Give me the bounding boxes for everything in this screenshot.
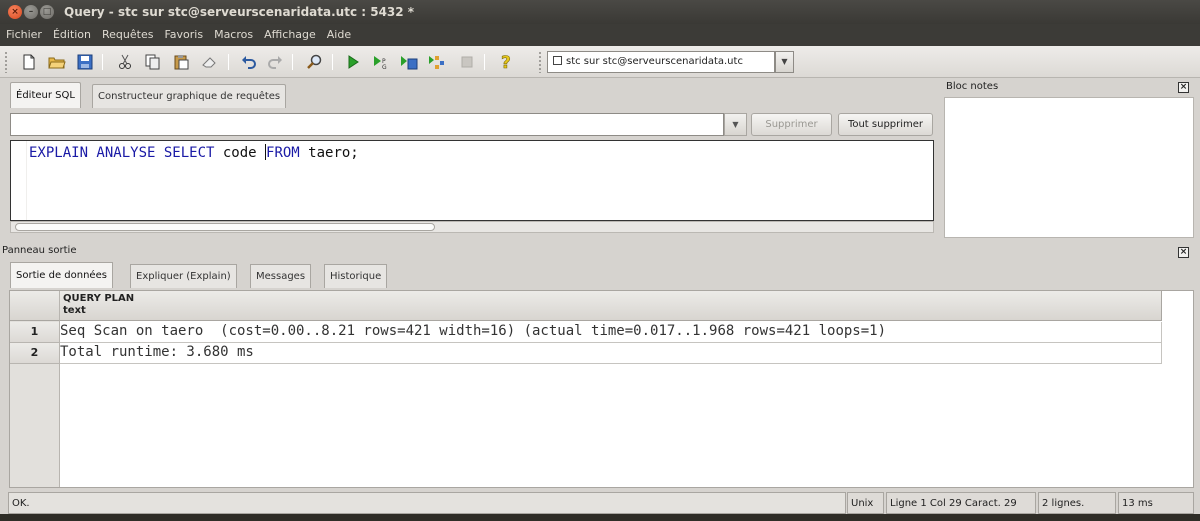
eraser-icon[interactable]	[200, 53, 218, 71]
menu-favoris[interactable]: Favoris	[158, 24, 208, 46]
new-file-icon[interactable]	[20, 53, 38, 71]
maximize-window-button[interactable]: □	[40, 5, 54, 19]
status-query-time: 13 ms	[1118, 492, 1194, 514]
connection-select[interactable]: stc sur stc@serveurscenaridata.utc	[547, 51, 775, 73]
output-panel-header: Panneau sortie	[0, 244, 1194, 260]
close-window-button[interactable]: ×	[8, 5, 22, 19]
redo-icon[interactable]	[266, 53, 284, 71]
chevron-down-icon[interactable]: ▼	[775, 51, 794, 73]
toolbar-grip[interactable]	[538, 51, 542, 73]
grid-corner[interactable]	[10, 291, 60, 321]
save-icon[interactable]	[76, 53, 94, 71]
execute-pgscript-icon[interactable]: PG	[372, 53, 390, 71]
notes-textarea[interactable]	[944, 97, 1194, 238]
status-cursor-position: Ligne 1 Col 29 Caract. 29	[886, 492, 1036, 514]
line-gutter	[11, 141, 27, 220]
connection-label: stc sur stc@serveurscenaridata.utc	[566, 56, 743, 67]
notes-title: Bloc notes	[946, 81, 999, 92]
chevron-down-icon[interactable]: ▼	[724, 113, 747, 136]
execute-icon[interactable]	[344, 53, 362, 71]
copy-icon[interactable]	[144, 53, 162, 71]
notes-panel-header: Bloc notes	[944, 79, 1194, 97]
connection-checkbox[interactable]	[553, 56, 562, 65]
table-cell[interactable]: Total runtime: 3.680 ms	[60, 343, 1162, 364]
query-history-select[interactable]	[10, 113, 724, 136]
undo-icon[interactable]	[240, 53, 258, 71]
column-header-query-plan[interactable]: QUERY PLAN text	[60, 291, 1162, 321]
open-folder-icon[interactable]	[48, 53, 66, 71]
menu-fichier[interactable]: Fichier	[0, 24, 47, 46]
toolbar-separator	[102, 54, 103, 70]
delete-all-button[interactable]: Tout supprimer	[838, 113, 933, 136]
svg-text:?: ?	[501, 53, 511, 71]
sql-code-line: EXPLAIN ANALYSE SELECT code FROM taero;	[29, 144, 359, 161]
close-icon[interactable]: ×	[1178, 247, 1189, 258]
tab-messages[interactable]: Messages	[250, 264, 312, 288]
results-grid: QUERY PLAN text 1 Seq Scan on taero (cos…	[9, 290, 1194, 488]
scrollbar-thumb[interactable]	[15, 223, 435, 231]
menu-bar: Fichier Édition Requêtes Favoris Macros Affic…	[0, 24, 1200, 46]
sql-keyword: FROM	[266, 145, 300, 161]
cut-icon[interactable]	[116, 53, 134, 71]
explain-icon[interactable]	[428, 53, 446, 71]
paste-icon[interactable]	[172, 53, 190, 71]
sql-text: taero;	[299, 145, 359, 161]
row-number[interactable]: 2	[10, 343, 60, 364]
sql-text: code	[214, 145, 266, 161]
close-icon[interactable]: ×	[1178, 82, 1189, 93]
row-number[interactable]: 1	[10, 322, 60, 343]
editor-horizontal-scrollbar[interactable]	[10, 221, 934, 233]
help-icon[interactable]: ?	[498, 53, 516, 71]
tab-explain[interactable]: Expliquer (Explain)	[130, 264, 237, 288]
column-type: text	[63, 305, 86, 316]
output-panel-title: Panneau sortie	[2, 245, 77, 256]
execute-to-file-icon[interactable]	[400, 53, 418, 71]
toolbar-grip[interactable]	[4, 51, 8, 73]
toolbar-separator	[332, 54, 333, 70]
tab-graphical-query-builder[interactable]: Constructeur graphique de requêtes	[92, 84, 287, 108]
toolbar-separator	[292, 54, 293, 70]
column-name: QUERY PLAN	[63, 293, 135, 304]
sql-editor-textarea[interactable]: EXPLAIN ANALYSE SELECT code FROM taero;	[10, 140, 934, 221]
status-message: OK.	[8, 492, 846, 514]
toolbar-separator	[484, 54, 485, 70]
tab-sql-editor[interactable]: Éditeur SQL	[10, 82, 81, 108]
menu-requetes[interactable]: Requêtes	[96, 24, 158, 46]
title-bar: × – □ Query - stc sur stc@serveurscenari…	[0, 0, 1200, 24]
svg-text:G: G	[382, 64, 387, 70]
window-title: Query - stc sur stc@serveurscenaridata.u…	[64, 5, 415, 19]
menu-affichage[interactable]: Affichage	[258, 24, 321, 46]
pgadmin-query-window: × – □ Query - stc sur stc@serveurscenari…	[0, 0, 1200, 521]
tab-data-output[interactable]: Sortie de données	[10, 262, 113, 288]
sql-keyword: EXPLAIN ANALYSE SELECT	[29, 145, 215, 161]
minimize-window-button[interactable]: –	[24, 5, 38, 19]
status-line-count: 2 lignes.	[1038, 492, 1116, 514]
desktop-background	[0, 514, 1200, 521]
status-line-ending: Unix	[847, 492, 884, 514]
toolbar-separator	[228, 54, 229, 70]
menu-macros[interactable]: Macros	[208, 24, 258, 46]
table-cell[interactable]: Seq Scan on taero (cost=0.00..8.21 rows=…	[60, 322, 1162, 343]
menu-aide[interactable]: Aide	[321, 24, 356, 46]
delete-button[interactable]: Supprimer	[751, 113, 832, 136]
stop-icon[interactable]	[458, 53, 476, 71]
tab-history[interactable]: Historique	[324, 264, 388, 288]
menu-edition[interactable]: Édition	[47, 24, 96, 46]
find-icon[interactable]	[306, 53, 324, 71]
